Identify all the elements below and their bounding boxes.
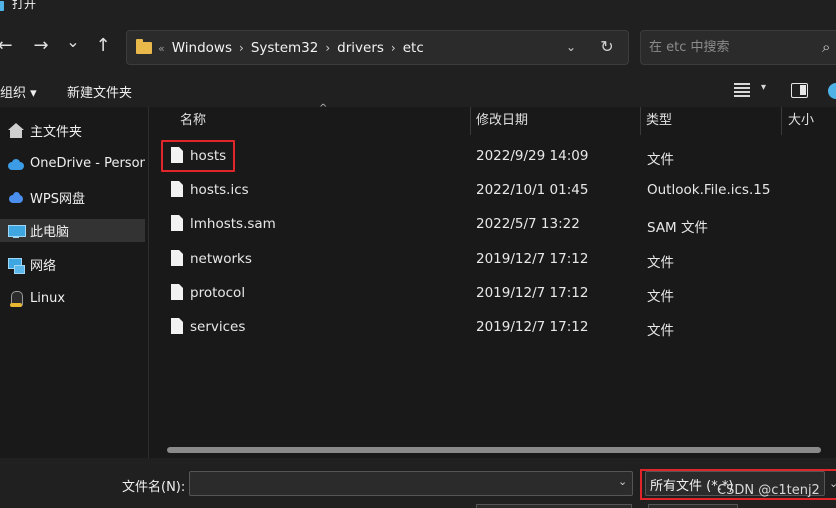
refresh-icon[interactable]: ↻ xyxy=(597,37,617,57)
file-name: lmhosts.sam xyxy=(190,216,276,232)
sort-ascending-icon: ^ xyxy=(319,103,328,114)
view-options-chevron-icon[interactable]: ▾ xyxy=(761,82,766,93)
file-icon xyxy=(171,284,183,300)
breadcrumb-etc[interactable]: etc xyxy=(403,40,424,56)
file-name: protocol xyxy=(190,285,246,301)
file-icon xyxy=(171,181,183,197)
column-header-size[interactable]: 大小 xyxy=(788,107,814,135)
column-header-name[interactable]: 名称 xyxy=(180,107,206,135)
open-button[interactable] xyxy=(476,504,632,508)
search-input[interactable] xyxy=(641,31,821,64)
forward-arrow-icon[interactable]: → xyxy=(30,36,52,58)
file-row-lmhosts-sam[interactable]: lmhosts.sam 2022/5/7 13:22 SAM 文件 xyxy=(149,208,836,242)
window-title: 打开 xyxy=(12,0,37,11)
filename-combobox[interactable]: ⌄ xyxy=(189,471,633,496)
breadcrumb-separator-icon[interactable]: › xyxy=(239,41,244,55)
search-box[interactable]: ⌕ xyxy=(640,30,836,65)
sidebar-item-wps-cloud[interactable]: WPS网盘 xyxy=(0,186,145,209)
view-options-icon[interactable] xyxy=(734,83,750,97)
address-history-chevron-icon[interactable]: ⌄ xyxy=(563,39,579,55)
column-header-date[interactable]: 修改日期 xyxy=(476,107,528,135)
column-resize-handle[interactable] xyxy=(640,107,641,135)
file-type: 文件 xyxy=(647,289,674,305)
sidebar-item-this-pc[interactable]: 此电脑 xyxy=(0,219,145,242)
breadcrumb-separator-icon[interactable]: › xyxy=(325,41,330,55)
navigation-bar: ← → ⌄ ↑ « Windows › System32 › drivers ›… xyxy=(0,20,836,75)
preview-pane-icon[interactable] xyxy=(791,83,808,98)
file-date: 2019/12/7 17:12 xyxy=(476,319,589,335)
sidebar-item-label: 网络 xyxy=(30,259,57,274)
up-arrow-icon[interactable]: ↑ xyxy=(92,36,114,58)
sidebar-item-home[interactable]: 主文件夹 xyxy=(0,119,145,142)
breadcrumb: « Windows › System32 › drivers › etc xyxy=(158,39,424,57)
title-bar: 打开 xyxy=(0,0,836,20)
file-row-hosts-ics[interactable]: hosts.ics 2022/10/1 01:45 Outlook.File.i… xyxy=(149,174,836,208)
file-name: hosts.ics xyxy=(190,182,249,198)
file-type: 文件 xyxy=(647,152,674,168)
linux-icon xyxy=(8,290,24,307)
horizontal-scrollbar[interactable] xyxy=(167,447,821,453)
navigation-pane: 主文件夹 OneDrive - Persona WPS网盘 此电脑 网络 Lin… xyxy=(0,107,148,458)
sidebar-item-label: 此电脑 xyxy=(30,225,70,240)
file-icon xyxy=(171,250,183,266)
breadcrumb-separator-icon[interactable]: › xyxy=(391,41,396,55)
file-list: ^ 名称 修改日期 类型 大小 hosts 2022/9/29 14:09 文件… xyxy=(149,103,836,458)
cancel-button[interactable] xyxy=(648,504,738,508)
file-date: 2019/12/7 17:12 xyxy=(476,251,589,267)
network-icon xyxy=(8,257,25,274)
sidebar-item-label: WPS网盘 xyxy=(30,192,85,207)
file-date: 2019/12/7 17:12 xyxy=(476,285,589,301)
hosts-highlight-box xyxy=(161,140,235,172)
back-arrow-icon[interactable]: ← xyxy=(0,36,16,58)
home-icon xyxy=(8,122,24,139)
search-icon[interactable]: ⌕ xyxy=(822,38,830,56)
column-resize-handle[interactable] xyxy=(470,107,471,135)
app-icon xyxy=(0,1,4,11)
sidebar-item-onedrive[interactable]: OneDrive - Persona xyxy=(0,152,145,175)
sidebar-item-label: 主文件夹 xyxy=(30,125,83,140)
onedrive-icon xyxy=(8,156,24,172)
file-icon xyxy=(171,215,183,231)
sidebar-item-network[interactable]: 网络 xyxy=(0,253,145,276)
file-type: 文件 xyxy=(647,323,674,339)
filename-chevron-down-icon[interactable]: ⌄ xyxy=(618,475,627,488)
command-toolbar: 组织 ▾ 新建文件夹 ▾ xyxy=(0,75,836,107)
computer-icon xyxy=(8,223,26,239)
file-type: 文件 xyxy=(647,255,674,271)
folder-icon xyxy=(136,39,152,54)
file-row-protocol[interactable]: protocol 2019/12/7 17:12 文件 xyxy=(149,277,836,311)
filename-input[interactable] xyxy=(190,472,610,495)
column-header-type[interactable]: 类型 xyxy=(646,107,672,135)
help-icon[interactable] xyxy=(828,83,836,99)
file-type: SAM 文件 xyxy=(647,220,708,236)
sidebar-item-label: Linux xyxy=(30,291,66,306)
column-resize-handle[interactable] xyxy=(781,107,782,135)
watermark: CSDN @c1tenj2 xyxy=(717,483,820,498)
organize-menu-button[interactable]: 组织 ▾ xyxy=(0,82,37,101)
new-folder-button[interactable]: 新建文件夹 xyxy=(67,82,132,101)
sidebar-item-linux[interactable]: Linux xyxy=(0,287,145,310)
breadcrumb-overflow-icon[interactable]: « xyxy=(158,42,165,55)
recent-locations-chevron-icon[interactable]: ⌄ xyxy=(62,32,84,54)
sidebar-item-label: OneDrive - Persona xyxy=(30,156,145,171)
file-date: 2022/9/29 14:09 xyxy=(476,148,589,164)
file-name: networks xyxy=(190,251,252,267)
file-row-hosts[interactable]: hosts 2022/9/29 14:09 文件 xyxy=(149,140,836,174)
file-date: 2022/10/1 01:45 xyxy=(476,182,589,198)
filename-label: 文件名(N): xyxy=(122,480,186,495)
breadcrumb-drivers[interactable]: drivers xyxy=(337,40,384,56)
address-bar[interactable]: « Windows › System32 › drivers › etc ⌄ ↻ xyxy=(126,30,629,65)
breadcrumb-system32[interactable]: System32 xyxy=(251,40,319,56)
file-type: Outlook.File.ics.15 xyxy=(647,182,771,198)
file-date: 2022/5/7 13:22 xyxy=(476,216,580,232)
file-row-services[interactable]: services 2019/12/7 17:12 文件 xyxy=(149,311,836,345)
breadcrumb-windows[interactable]: Windows xyxy=(172,40,232,56)
file-name: services xyxy=(190,319,246,335)
wps-cloud-icon xyxy=(8,190,24,206)
file-row-networks[interactable]: networks 2019/12/7 17:12 文件 xyxy=(149,243,836,277)
file-icon xyxy=(171,318,183,334)
